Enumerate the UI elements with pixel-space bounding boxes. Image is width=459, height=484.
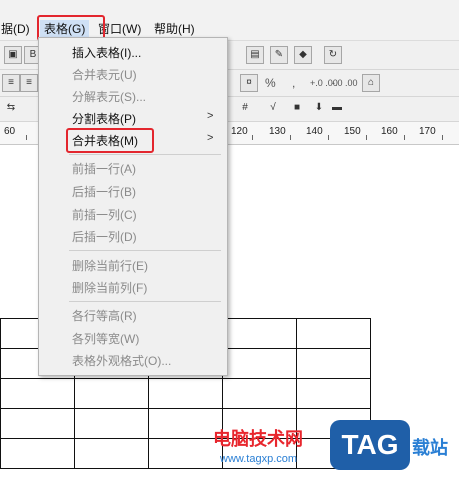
ruler-label: 120 xyxy=(231,126,248,137)
menu-item-equal-col-width[interactable]: 各列等宽(W) xyxy=(72,330,139,348)
table-cell[interactable] xyxy=(74,408,149,439)
align-center-icon[interactable]: ≡ xyxy=(20,74,38,92)
lock-icon[interactable]: ⌂ xyxy=(362,74,380,92)
table-row xyxy=(0,378,371,409)
menu-help[interactable]: 帮助(H) xyxy=(154,20,195,38)
ruler-label: 160 xyxy=(381,126,398,137)
menu-item-merge-table[interactable]: 合并表格(M) xyxy=(72,132,138,150)
menu-item-insert-row-before[interactable]: 前插一行(A) xyxy=(72,160,136,178)
table-cell[interactable] xyxy=(148,378,223,409)
menu-item-insert-row-after[interactable]: 后插一行(B) xyxy=(72,183,136,201)
tag-logo-badge: TAG xyxy=(330,420,410,470)
edit-icon[interactable]: ✎ xyxy=(270,46,288,64)
table-row xyxy=(0,438,371,469)
table-cell[interactable] xyxy=(296,348,371,379)
menu-item-insert-col-after[interactable]: 后插一列(D) xyxy=(72,228,137,246)
table-cell[interactable] xyxy=(222,348,297,379)
table-cell[interactable] xyxy=(0,438,75,469)
currency-icon[interactable]: ¤ xyxy=(240,74,258,92)
download-icon[interactable]: ⬇ xyxy=(310,100,328,118)
menu-separator xyxy=(69,250,221,251)
ruler-tick xyxy=(26,135,27,140)
menu-window[interactable]: 窗口(W) xyxy=(98,20,141,38)
ruler-tick xyxy=(404,135,405,140)
align-left-icon[interactable]: ≡ xyxy=(2,74,20,92)
decrease-decimal-icon[interactable]: -.0 .00 xyxy=(332,74,358,92)
indent-icon[interactable]: ⇆ xyxy=(2,100,20,118)
table-cell[interactable] xyxy=(148,438,223,469)
ruler-tick xyxy=(290,135,291,140)
table-cell[interactable] xyxy=(0,408,75,439)
table-cell[interactable] xyxy=(222,378,297,409)
refresh-icon[interactable]: ↻ xyxy=(324,46,342,64)
watermark-text: 电脑技术网 xyxy=(213,429,303,449)
percent-icon[interactable]: % xyxy=(265,74,276,92)
menu-separator xyxy=(69,301,221,302)
menu-separator xyxy=(69,154,221,155)
ruler-label: 170 xyxy=(419,126,436,137)
menu-item-table-format[interactable]: 表格外观格式(O)... xyxy=(72,352,171,370)
table-cell[interactable] xyxy=(74,378,149,409)
menu-bar: 据(D) 表格(G) 窗口(W) 帮助(H) xyxy=(0,0,459,41)
menu-item-split-cells[interactable]: 分解表元(S)... xyxy=(72,88,146,106)
submenu-arrow-icon: > xyxy=(207,110,214,122)
submenu-arrow-icon: > xyxy=(207,132,214,144)
ruler-tick xyxy=(328,135,329,140)
table-menu-dropdown: 插入表格(I)... 合并表元(U) 分解表元(S)... 分割表格(P) > … xyxy=(38,37,228,376)
sqrt-icon[interactable]: √ xyxy=(264,100,282,118)
table-grid-icon[interactable]: # xyxy=(236,100,254,118)
table-cell[interactable] xyxy=(148,408,223,439)
table-cell[interactable] xyxy=(296,378,371,409)
table-cell[interactable] xyxy=(74,438,149,469)
ruler-label: 130 xyxy=(269,126,286,137)
menu-item-insert-table[interactable]: 插入表格(I)... xyxy=(72,44,141,62)
menu-table[interactable]: 表格(G) xyxy=(40,20,90,38)
thousands-icon[interactable]: , xyxy=(292,74,295,92)
window-icon[interactable]: ▤ xyxy=(246,46,264,64)
ruler-tick xyxy=(366,135,367,140)
ruler-label: 60 xyxy=(4,126,16,137)
image-icon[interactable]: ▣ xyxy=(4,46,22,64)
watermark-url: www.tagxp.com xyxy=(220,453,298,465)
paint-icon[interactable]: ◆ xyxy=(294,46,312,64)
ruler-tick xyxy=(252,135,253,140)
table-cell[interactable] xyxy=(296,318,371,349)
menu-item-delete-col[interactable]: 删除当前列(F) xyxy=(72,279,147,297)
menu-item-delete-row[interactable]: 删除当前行(E) xyxy=(72,257,148,275)
menu-item-insert-col-before[interactable]: 前插一列(C) xyxy=(72,206,137,224)
ruler-label: 150 xyxy=(344,126,361,137)
menu-data[interactable]: 据(D) xyxy=(1,20,30,38)
table-cell[interactable] xyxy=(222,318,297,349)
table-cell[interactable] xyxy=(0,378,75,409)
ruler-label: 140 xyxy=(306,126,323,137)
fill-icon[interactable]: ■ xyxy=(288,100,306,118)
folder-icon[interactable]: ▬ xyxy=(328,100,346,118)
menu-item-equal-row-height[interactable]: 各行等高(R) xyxy=(72,307,137,325)
table-row xyxy=(0,408,371,439)
ruler-tick xyxy=(442,135,443,140)
menu-item-merge-cells[interactable]: 合并表元(U) xyxy=(72,66,137,84)
menu-item-split-table[interactable]: 分割表格(P) xyxy=(72,110,136,128)
watermark-suffix: 载站 xyxy=(412,438,448,458)
